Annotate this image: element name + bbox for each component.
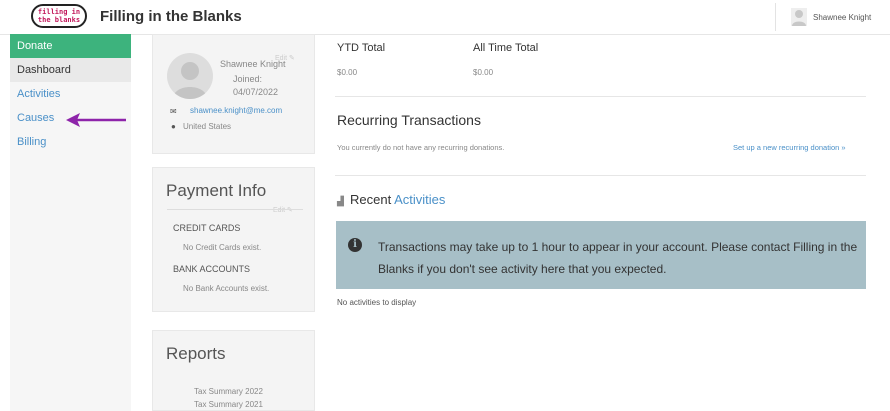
activity-chart-icon: ▟ (337, 196, 344, 206)
setup-recurring-donation-link[interactable]: Set up a new recurring donation » (733, 143, 846, 152)
ytd-total-label: YTD Total (337, 42, 386, 54)
brand-logo[interactable]: filling in the blanks (31, 4, 87, 28)
activities-link[interactable]: Activities (394, 192, 445, 207)
payment-info-card: Payment Info Edit ✎ CREDIT CARDS No Cred… (152, 167, 315, 312)
avatar-placeholder-icon (173, 62, 207, 99)
profile-email-link[interactable]: shawnee.knight@me.com (190, 106, 282, 115)
reports-title: Reports (166, 344, 226, 363)
info-alert: i Transactions may take up to 1 hour to … (336, 221, 866, 289)
sidebar: Donate Dashboard Activities Causes Billi… (10, 34, 131, 411)
ytd-total-value: $0.00 (337, 68, 358, 77)
sidebar-item-activities[interactable]: Activities (10, 82, 131, 106)
sidebar-item-donate[interactable]: Donate (10, 34, 131, 58)
profile-edit-label: Edit (275, 55, 288, 62)
all-time-total-value: $0.00 (473, 68, 494, 77)
divider (335, 96, 866, 97)
profile-joined-label: Joined: (233, 74, 263, 84)
top-bar: filling in the blanks Filling in the Bla… (0, 0, 890, 35)
payment-info-title: Payment Info (166, 181, 267, 200)
credit-cards-empty: No Credit Cards exist. (183, 243, 262, 252)
bank-accounts-empty: No Bank Accounts exist. (183, 284, 270, 293)
logo-text-line2: the blanks (37, 16, 81, 24)
user-name: Shawnee Knight (813, 12, 872, 22)
profile-joined-date: 04/07/2022 (233, 87, 279, 97)
user-menu[interactable]: Shawnee Knight (775, 3, 888, 31)
recent-title-prefix: Recent (350, 192, 392, 207)
user-avatar-icon (791, 8, 807, 26)
map-marker-icon: ● (171, 122, 176, 131)
sidebar-item-billing[interactable]: Billing (10, 130, 131, 154)
profile-location: United States (183, 122, 232, 131)
credit-cards-heading: CREDIT CARDS (173, 223, 241, 233)
profile-edit-link[interactable]: Edit ✎ (275, 54, 295, 62)
divider (167, 209, 303, 210)
all-time-total-label: All Time Total (473, 42, 539, 54)
report-link[interactable]: Tax Summary 2021 (194, 400, 263, 409)
annotation-arrow-icon (66, 113, 126, 127)
report-link[interactable]: Tax Summary 2022 (194, 387, 263, 396)
logo-text-line1: filling in (37, 8, 81, 16)
bank-accounts-heading: BANK ACCOUNTS (173, 264, 251, 274)
recent-activities-title: Recent Activities (350, 192, 445, 207)
reports-card: Reports Tax Summary 2022 Tax Summary 202… (152, 330, 315, 411)
payment-edit-link[interactable]: Edit ✎ (273, 206, 293, 214)
no-activities-text: No activities to display (337, 298, 417, 307)
envelope-icon: ✉ (170, 107, 177, 116)
profile-avatar (167, 53, 213, 99)
recurring-transactions-title: Recurring Transactions (337, 112, 481, 128)
alert-message: Transactions may take up to 1 hour to ap… (378, 240, 858, 276)
app-title[interactable]: Filling in the Blanks (100, 8, 242, 25)
profile-card: Shawnee Knight Edit ✎ Joined: 04/07/2022… (152, 34, 315, 154)
divider (335, 175, 866, 176)
edit-icon: ✎ (289, 55, 295, 62)
sidebar-item-dashboard[interactable]: Dashboard (10, 58, 131, 82)
info-icon: i (348, 238, 362, 252)
recurring-empty-text: You currently do not have any recurring … (337, 143, 505, 152)
